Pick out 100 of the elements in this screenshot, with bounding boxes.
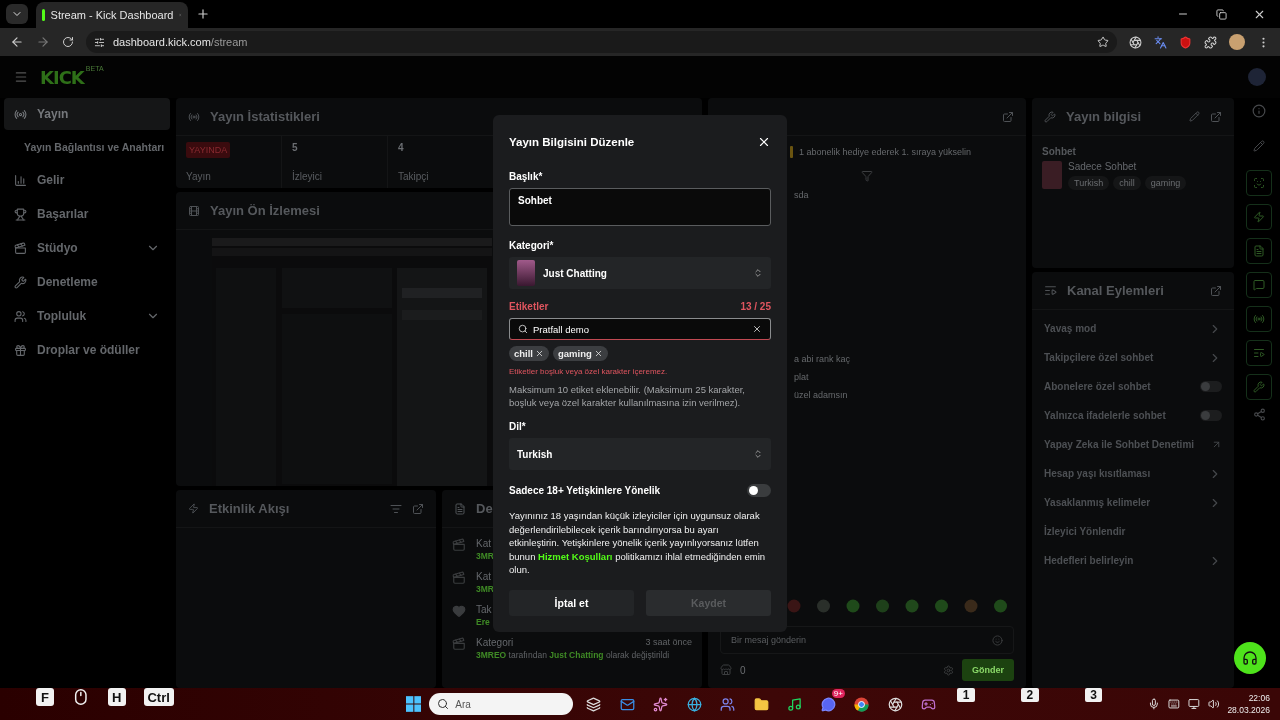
sparkle-icon[interactable] xyxy=(653,696,669,712)
users-icon[interactable] xyxy=(720,696,736,712)
language-select[interactable]: Turkish xyxy=(509,438,771,470)
cancel-button[interactable]: İptal et xyxy=(509,590,634,616)
support-button[interactable] xyxy=(1234,642,1266,674)
tag-chip[interactable]: chill xyxy=(509,346,549,361)
panel-title: Yayın bilgisi xyxy=(1066,109,1143,124)
action-row[interactable]: Abonelere özel sohbet xyxy=(1032,372,1234,401)
remove-icon[interactable] xyxy=(535,349,544,358)
toggle[interactable] xyxy=(1200,381,1222,392)
sidebar-item[interactable]: Başarılar xyxy=(4,198,170,230)
sliders-icon[interactable] xyxy=(94,36,105,48)
speaker-icon[interactable] xyxy=(1207,698,1220,710)
filter-icon[interactable] xyxy=(390,502,402,515)
sidebar-item[interactable]: Stüdyo xyxy=(4,232,170,264)
back-icon[interactable] xyxy=(10,35,24,49)
tab-favicon xyxy=(42,9,45,21)
extensions-icon[interactable] xyxy=(1204,35,1217,49)
toggle[interactable] xyxy=(1200,410,1222,421)
sidebar-item[interactable]: Yayın Bağlantısı ve Anahtarı xyxy=(4,132,170,162)
broadcast-icon xyxy=(1253,313,1265,325)
chart-icon xyxy=(14,173,27,187)
field-label: Etiketler xyxy=(509,301,549,312)
browser-tab[interactable]: Stream - Kick Dashboard xyxy=(36,2,188,28)
music-icon[interactable] xyxy=(787,696,803,712)
forward-icon[interactable] xyxy=(36,35,50,49)
video-icon xyxy=(452,538,466,552)
terms-link[interactable]: Hizmet Koşulları xyxy=(538,550,613,562)
clock[interactable]: 22:06 28.03.2026 xyxy=(1227,693,1270,715)
shield-icon[interactable] xyxy=(1179,35,1192,49)
chat-bubble-icon[interactable] xyxy=(820,696,836,712)
mail-icon[interactable] xyxy=(619,696,635,712)
key-cap: Ctrl xyxy=(143,688,174,706)
trophy-icon xyxy=(14,207,27,221)
monitor-icon[interactable] xyxy=(1187,698,1200,710)
action-row[interactable]: Yavaş mod xyxy=(1032,314,1234,343)
action-row[interactable]: İzleyici Yönlendir xyxy=(1032,517,1234,546)
globe-icon[interactable] xyxy=(686,696,702,712)
headset-icon xyxy=(1242,650,1258,666)
panel-title: Kanal Eylemleri xyxy=(1067,283,1165,298)
sidebar-item[interactable]: Denetleme xyxy=(4,266,170,298)
action-row[interactable]: Yapay Zeka ile Sohbet Denetimi xyxy=(1032,430,1234,459)
plus-icon xyxy=(196,7,210,21)
action-row[interactable]: Takipçilere özel sohbet xyxy=(1032,343,1234,372)
aperture-icon[interactable] xyxy=(1129,35,1142,49)
heart-icon xyxy=(452,604,466,618)
category-select[interactable]: Just Chatting xyxy=(509,257,771,289)
popout-icon[interactable] xyxy=(412,502,424,515)
sidebar-item[interactable]: Gelir xyxy=(4,164,170,196)
key-cap: 2 xyxy=(1021,688,1039,702)
action-row[interactable]: Hesap yaşı kısıtlaması xyxy=(1032,459,1234,488)
video-icon xyxy=(452,637,466,651)
stat-label: Takipçi xyxy=(398,171,430,182)
notice-text: Yayınınız 18 yaşından küçük izleyiciler için uygunsuz olarak değerlendirilebilecek içerik barındırıyorsa bu ayarı etkinleştirin. Yetişkinlere yönelik içerik yayınlıyorsanız lütfen bunun Hizmet Koşulları politikamızı ihlal etmediğinden emin olun. xyxy=(509,509,767,577)
adult-toggle[interactable] xyxy=(747,484,771,497)
microphone-icon[interactable] xyxy=(1148,698,1161,710)
chat-message: a abi rank kaç xyxy=(794,354,852,364)
sidebar-item[interactable]: Topluluk xyxy=(4,300,170,332)
search-icon xyxy=(437,698,450,710)
gamepad-icon[interactable] xyxy=(921,696,937,712)
up-down-icon xyxy=(753,449,763,459)
new-tab-button[interactable] xyxy=(196,7,210,21)
tag-chip[interactable]: gaming xyxy=(553,346,608,361)
keyboard-icon[interactable] xyxy=(1168,698,1180,710)
remove-icon[interactable] xyxy=(593,349,603,358)
chat-message: plat xyxy=(794,372,810,382)
bookmark-star-icon[interactable] xyxy=(1097,36,1109,48)
windows-stack-icon[interactable] xyxy=(586,696,602,712)
tab-list-button[interactable] xyxy=(6,4,28,24)
pinned-message: 1 abonelik hediye ederek 1. sıraya yükselin xyxy=(799,147,972,157)
tag-input[interactable]: Pratfall demo xyxy=(533,323,747,335)
tricolor-circle-icon[interactable] xyxy=(854,696,870,712)
avatar-icon[interactable] xyxy=(1229,34,1245,50)
translate-icon[interactable] xyxy=(1154,35,1167,49)
dialog-title: Yayın Bilgisini Düzenle xyxy=(509,136,635,148)
broadcast-icon xyxy=(14,107,27,121)
clear-icon[interactable] xyxy=(752,324,762,334)
tag-search-field[interactable]: Pratfall demo xyxy=(509,318,771,340)
action-row[interactable]: Hedefleri belirleyin xyxy=(1032,546,1234,575)
restore-icon xyxy=(1215,8,1227,20)
title-field[interactable]: Sohbet xyxy=(509,188,771,226)
sidebar-item[interactable]: Droplar ve ödüller xyxy=(4,334,170,366)
folder-icon[interactable] xyxy=(753,696,769,712)
action-row[interactable]: Yasaklanmış kelimeler xyxy=(1032,488,1234,517)
action-row[interactable]: Yalnızca ifadelerle sohbet xyxy=(1032,401,1234,430)
aperture-icon[interactable] xyxy=(887,696,903,712)
popout-icon[interactable] xyxy=(1002,110,1014,123)
close-button[interactable] xyxy=(757,135,771,149)
live-badge: YAYINDA xyxy=(186,142,231,158)
sidebar-item[interactable]: Yayın xyxy=(4,98,170,130)
popout-icon[interactable] xyxy=(1210,110,1222,123)
chat-icon xyxy=(1253,279,1265,291)
windows-logo-icon[interactable] xyxy=(405,696,422,712)
error-message: Etiketler boşluk veya özel karakter içeremez. xyxy=(509,367,669,376)
taskbar-search[interactable]: Ara xyxy=(429,693,573,715)
address-bar[interactable]: dashboard.kick.com/stream xyxy=(86,31,1117,53)
reload-icon[interactable] xyxy=(62,36,74,48)
send-button[interactable]: Gönder xyxy=(962,659,1014,681)
popout-icon[interactable] xyxy=(1210,284,1222,297)
list-icon xyxy=(1044,284,1057,297)
